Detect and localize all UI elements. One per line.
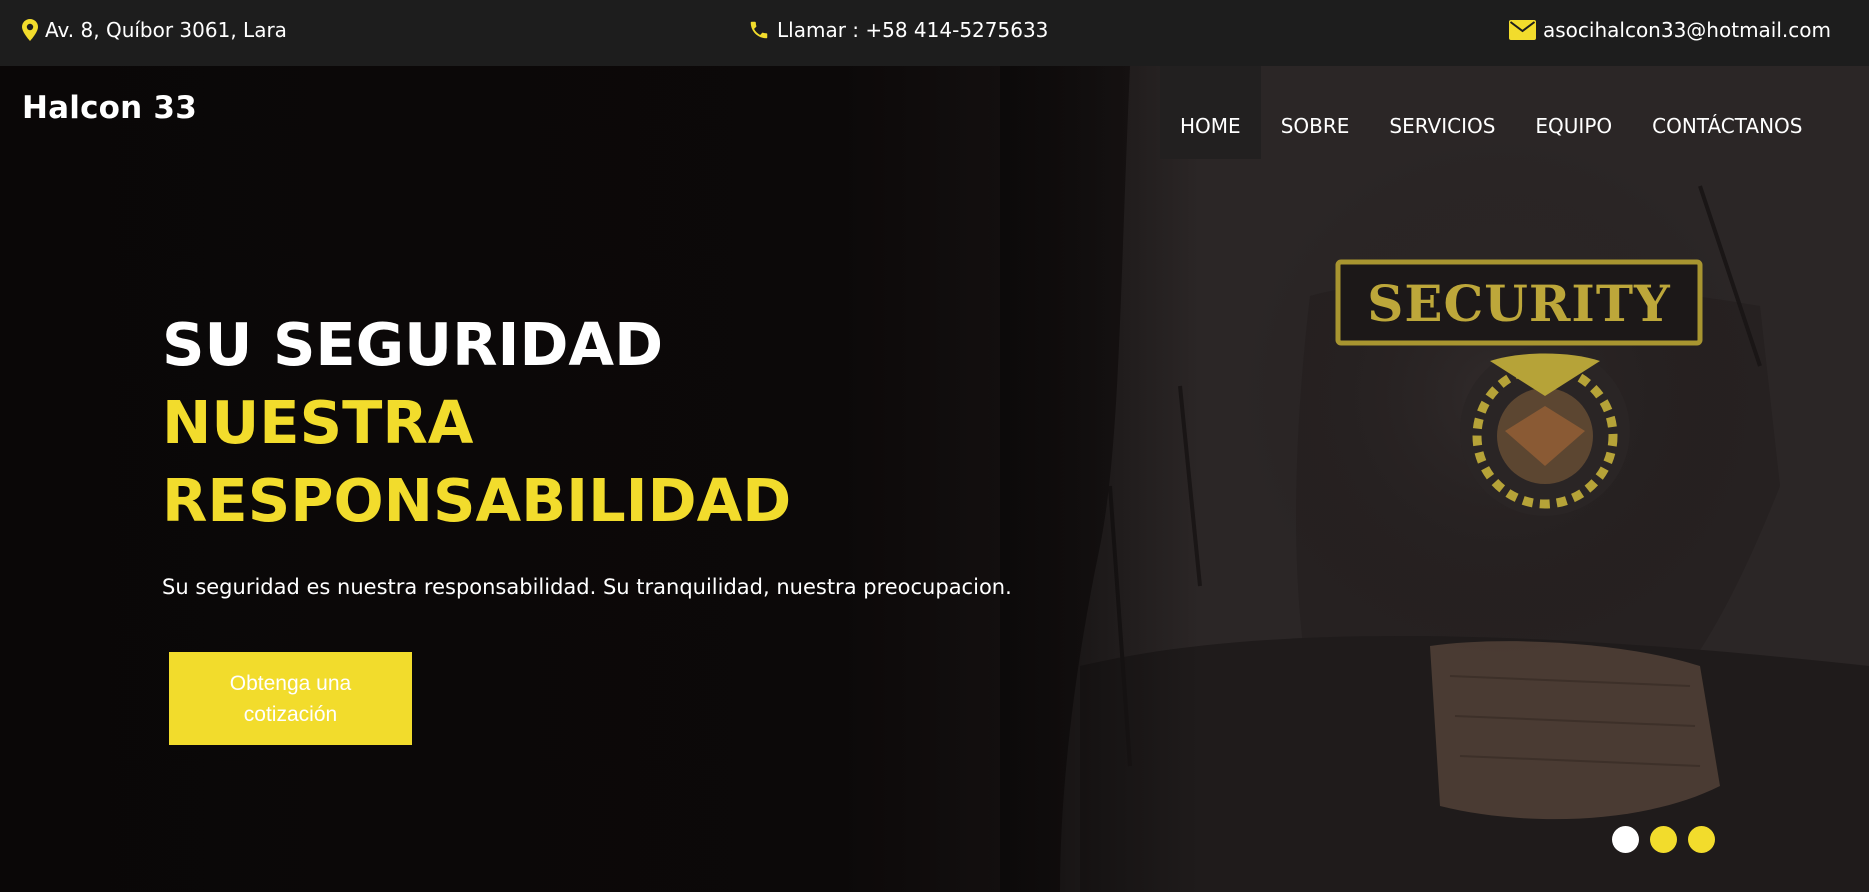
address-info: Av. 8, Quíbor 3061, Lara xyxy=(22,16,287,44)
headline-line-2: NUESTRA xyxy=(162,388,474,457)
hero-subtitle: Su seguridad es nuestra responsabilidad.… xyxy=(162,575,1012,599)
nav-equipo[interactable]: EQUIPO xyxy=(1515,66,1632,159)
get-quote-button[interactable]: Obtenga una cotización xyxy=(169,652,412,745)
slider-dot-1[interactable] xyxy=(1612,826,1639,853)
address-text: Av. 8, Quíbor 3061, Lara xyxy=(45,18,287,42)
hero-headline: SU SEGURIDAD NUESTRA RESPONSABILIDAD xyxy=(162,306,791,540)
slider-dot-3[interactable] xyxy=(1688,826,1715,853)
site-logo[interactable]: Halcon 33 xyxy=(22,90,197,126)
phone-icon xyxy=(750,21,768,39)
envelope-icon xyxy=(1509,20,1536,40)
nav-contactanos[interactable]: CONTÁCTANOS xyxy=(1632,66,1822,159)
slider-dot-2[interactable] xyxy=(1650,826,1677,853)
map-marker-icon xyxy=(22,19,38,41)
email-info[interactable]: asocihalcon33@hotmail.com xyxy=(1509,16,1831,44)
nav-servicios[interactable]: SERVICIOS xyxy=(1369,66,1515,159)
top-info-bar: Av. 8, Quíbor 3061, Lara Llamar : +58 41… xyxy=(0,0,1869,66)
slider-pagination xyxy=(1612,826,1715,853)
nav-home[interactable]: HOME xyxy=(1160,66,1261,159)
headline-line-1: SU SEGURIDAD xyxy=(162,310,664,379)
phone-info[interactable]: Llamar : +58 414-5275633 xyxy=(748,16,1048,44)
patch-text: SECURITY xyxy=(1367,274,1671,333)
headline-line-3: RESPONSABILIDAD xyxy=(162,466,792,535)
nav-sobre[interactable]: SOBRE xyxy=(1261,66,1370,159)
phone-text[interactable]: Llamar : +58 414-5275633 xyxy=(777,18,1048,42)
email-text[interactable]: asocihalcon33@hotmail.com xyxy=(1543,18,1831,42)
main-nav: HOME SOBRE SERVICIOS EQUIPO CONTÁCTANOS xyxy=(1160,66,1823,159)
